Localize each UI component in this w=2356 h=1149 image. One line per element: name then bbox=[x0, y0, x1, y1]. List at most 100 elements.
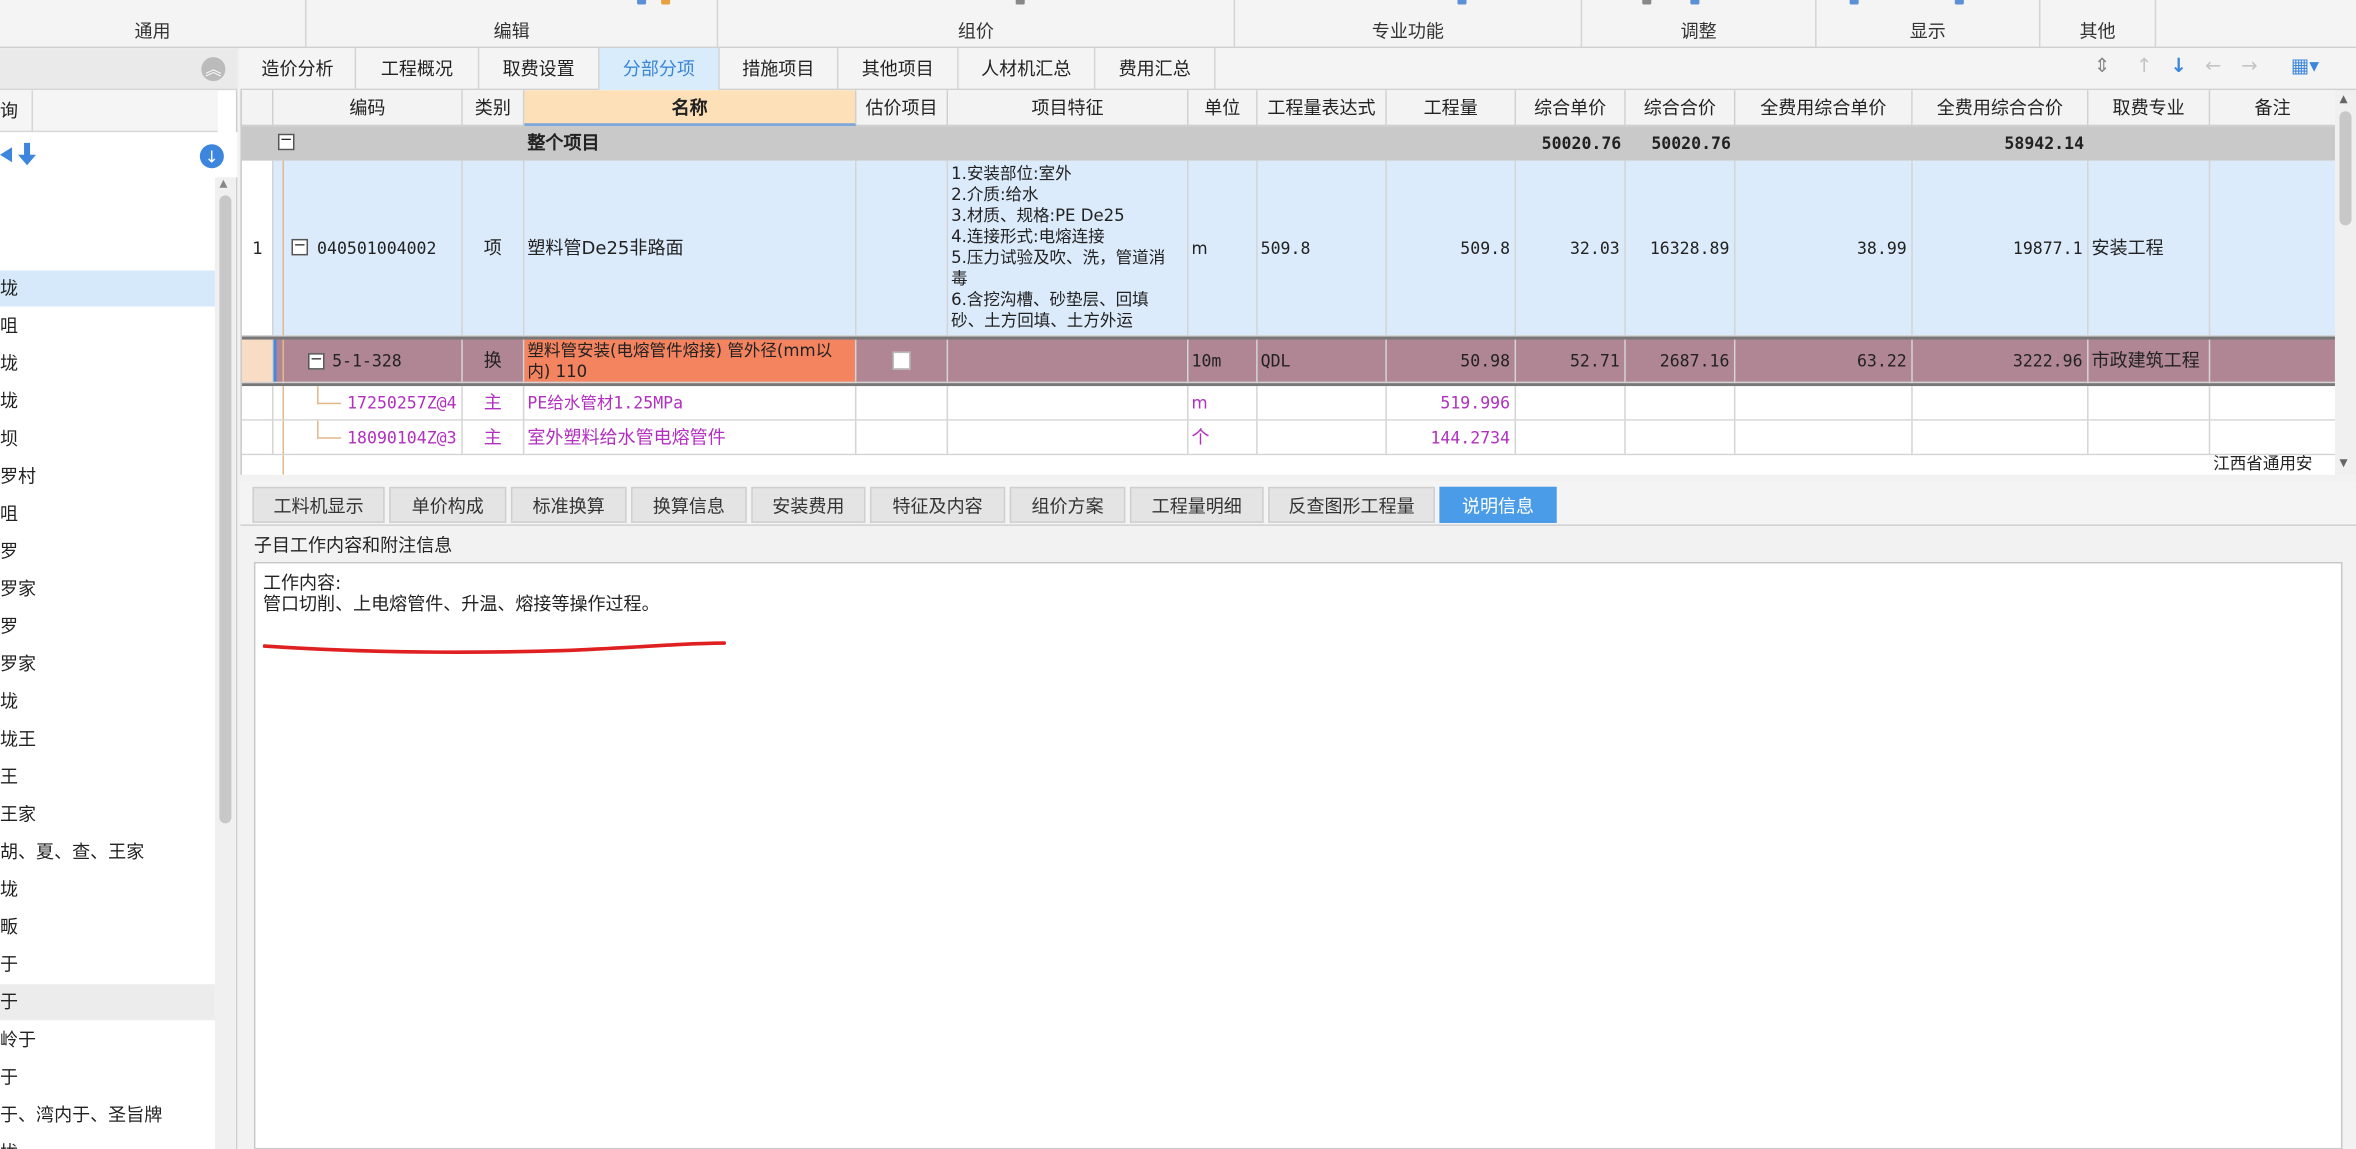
column-header-unit[interactable]: 单位 bbox=[1188, 90, 1258, 127]
tab-measures[interactable]: 措施项目 bbox=[720, 48, 839, 91]
sort-icon[interactable]: ⇕ bbox=[2092, 56, 2113, 78]
quota-quantity[interactable]: 50.98 bbox=[1386, 339, 1517, 384]
item-unit-price[interactable]: 32.03 bbox=[1516, 160, 1626, 337]
tab-resource-display[interactable]: 工料机显示 bbox=[252, 486, 385, 523]
item-quantity[interactable]: 509.8 bbox=[1386, 160, 1517, 337]
item-name[interactable]: 塑料管De25非路面 bbox=[524, 160, 857, 337]
item-full-unit-price[interactable]: 38.99 bbox=[1735, 160, 1913, 337]
quota-full-unit-price[interactable]: 63.22 bbox=[1735, 339, 1913, 384]
ribbon-group-professional[interactable]: 专业功能 bbox=[1235, 0, 1583, 49]
list-item[interactable]: 咀 bbox=[0, 308, 215, 346]
list-item[interactable]: 罗家 bbox=[0, 646, 215, 684]
quota-expression[interactable]: QDL bbox=[1257, 339, 1387, 384]
tab-installation-cost[interactable]: 安装费用 bbox=[751, 486, 866, 523]
ribbon-group-display[interactable]: 显示 bbox=[1817, 0, 2041, 49]
arrow-right-icon[interactable]: → bbox=[2239, 56, 2260, 78]
list-item[interactable]: 于、湾内于、圣旨牌 bbox=[0, 1097, 215, 1135]
list-item[interactable]: 畈 bbox=[0, 909, 215, 947]
item-unit[interactable]: m bbox=[1188, 160, 1258, 337]
material-estimate[interactable] bbox=[856, 386, 949, 421]
table-row-total[interactable]: − 整个项目 50020.76 50020.76 58942.14 bbox=[241, 126, 2335, 161]
arrow-left-icon[interactable] bbox=[0, 144, 15, 165]
column-header-fee-category[interactable]: 取费专业 bbox=[2088, 90, 2211, 127]
list-item[interactable]: 坝 bbox=[0, 421, 215, 459]
material-unit[interactable]: m bbox=[1188, 386, 1258, 421]
table-row-material[interactable]: 18090104Z@3 主 室外塑料给水管电熔管件 个 144.2734 bbox=[241, 420, 2335, 456]
quota-code[interactable]: 5-1-328 bbox=[273, 339, 463, 384]
table-row-partial[interactable]: 江西省通用安 bbox=[241, 455, 2335, 475]
quota-unit[interactable]: 10m bbox=[1188, 339, 1258, 384]
item-fee-category[interactable]: 安装工程 bbox=[2088, 160, 2211, 337]
quota-name[interactable]: 塑料管安装(电熔管件熔接) 管外径(mm以 内) 110 bbox=[524, 339, 857, 384]
tab-reverse-lookup[interactable]: 反查图形工程量 bbox=[1268, 486, 1435, 523]
scroll-up-icon[interactable]: ▲ bbox=[2339, 93, 2347, 105]
tab-quantity-detail[interactable]: 工程量明细 bbox=[1129, 486, 1264, 523]
material-code[interactable]: 17250257Z@4 bbox=[273, 386, 463, 421]
move-down-icon[interactable]: ↓ bbox=[2168, 56, 2189, 78]
column-header-quantity[interactable]: 工程量 bbox=[1386, 90, 1517, 127]
column-header-full-total-price[interactable]: 全费用综合合价 bbox=[1912, 90, 2089, 127]
arrow-left-icon[interactable]: ← bbox=[2203, 56, 2224, 78]
list-item[interactable]: 咀 bbox=[0, 496, 215, 534]
tab-standard-conversion[interactable]: 标准换算 bbox=[510, 486, 627, 523]
material-quantity[interactable]: 519.996 bbox=[1386, 386, 1517, 421]
arrow-down-icon[interactable] bbox=[17, 142, 38, 167]
list-item[interactable]: 罗 bbox=[0, 609, 215, 647]
material-features[interactable] bbox=[948, 386, 1189, 421]
scrollbar-thumb[interactable] bbox=[219, 195, 232, 824]
item-features[interactable]: 1.安装部位:室外 2.介质:给水 3.材质、规格:PE De25 4.连接形式… bbox=[948, 160, 1189, 337]
table-row-material[interactable]: 17250257Z@4 主 PE给水管材1.25MPa m 519.996 bbox=[241, 386, 2335, 421]
collapse-toggle-icon[interactable]: − bbox=[277, 133, 295, 151]
quota-unit-price[interactable]: 52.71 bbox=[1516, 339, 1626, 384]
column-header-type[interactable]: 类别 bbox=[462, 90, 525, 127]
material-expression[interactable] bbox=[1257, 420, 1387, 456]
list-item[interactable]: 垅 bbox=[0, 684, 215, 722]
material-features[interactable] bbox=[948, 420, 1189, 456]
list-item[interactable]: 岭于 bbox=[0, 1022, 215, 1060]
collapse-panel-icon[interactable]: ︽ bbox=[201, 57, 226, 82]
column-header-code[interactable]: 编码 bbox=[273, 90, 463, 127]
scroll-up-icon[interactable]: ▲ bbox=[219, 177, 227, 189]
column-header-features[interactable]: 项目特征 bbox=[948, 90, 1189, 127]
tab-resource-summary[interactable]: 人材机汇总 bbox=[959, 48, 1096, 91]
tab-fee-settings[interactable]: 取费设置 bbox=[479, 48, 600, 91]
list-item[interactable]: 罗家 bbox=[0, 571, 215, 609]
list-item[interactable]: 胡、夏、查、王家 bbox=[0, 834, 215, 872]
list-item[interactable]: 罗 bbox=[0, 533, 215, 571]
item-code[interactable]: 040501004002 bbox=[273, 160, 463, 337]
tab-unit-price-composition[interactable]: 单价构成 bbox=[389, 486, 507, 523]
quota-total-price[interactable]: 2687.16 bbox=[1625, 339, 1736, 384]
tab-features-content[interactable]: 特征及内容 bbox=[869, 486, 1006, 523]
material-fee-category[interactable] bbox=[2088, 420, 2211, 456]
quota-features[interactable] bbox=[948, 339, 1189, 384]
column-header-total-price[interactable]: 综合合价 bbox=[1625, 90, 1736, 127]
material-unit[interactable]: 个 bbox=[1188, 420, 1258, 456]
item-remark[interactable] bbox=[2210, 161, 2335, 337]
tab-sub-items[interactable]: 分部分项 bbox=[599, 48, 720, 91]
grid-scrollbar[interactable]: ▲ ▼ bbox=[2334, 90, 2356, 475]
material-name[interactable]: 室外塑料给水管电熔管件 bbox=[524, 420, 857, 456]
material-total-price[interactable] bbox=[1625, 386, 1736, 421]
tab-cost-analysis[interactable]: 造价分析 bbox=[240, 48, 357, 91]
estimate-checkbox[interactable] bbox=[892, 351, 911, 370]
ribbon-group-general[interactable]: 通用 bbox=[0, 0, 307, 49]
item-type[interactable]: 项 bbox=[462, 160, 525, 337]
tab-description-info[interactable]: 说明信息 bbox=[1439, 486, 1557, 523]
column-header-unit-price[interactable]: 综合单价 bbox=[1516, 90, 1626, 127]
column-header-expression[interactable]: 工程量表达式 bbox=[1257, 90, 1387, 127]
quota-fee-category[interactable]: 市政建筑工程 bbox=[2088, 339, 2211, 384]
tab-other-items[interactable]: 其他项目 bbox=[838, 48, 959, 91]
material-remark[interactable] bbox=[2210, 386, 2335, 421]
material-type[interactable]: 主 bbox=[462, 386, 525, 421]
description-textbox[interactable]: 工作内容: 管口切削、上电熔管件、升温、熔接等操作过程。 bbox=[253, 561, 2343, 1149]
scrollbar-thumb[interactable] bbox=[2339, 111, 2352, 226]
material-fee-category[interactable] bbox=[2088, 386, 2211, 421]
ribbon-group-adjust[interactable]: 调整 bbox=[1582, 0, 1817, 49]
material-full-total-price[interactable] bbox=[1912, 386, 2089, 421]
move-up-icon[interactable]: ↑ bbox=[2134, 56, 2155, 78]
material-remark[interactable] bbox=[2210, 421, 2335, 456]
sidebar-scrollbar[interactable]: ▲ bbox=[214, 177, 236, 1149]
list-item[interactable]: 于 bbox=[0, 984, 215, 1022]
material-full-unit-price[interactable] bbox=[1735, 386, 1913, 421]
item-expression[interactable]: 509.8 bbox=[1257, 160, 1387, 337]
